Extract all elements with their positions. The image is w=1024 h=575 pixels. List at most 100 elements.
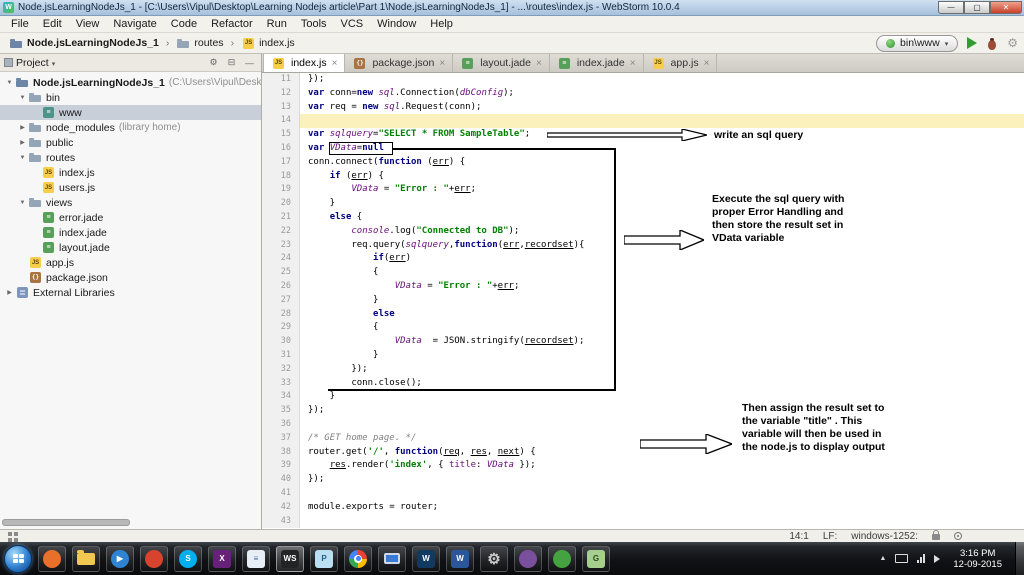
taskbar-icon-notepad[interactable]: ≡ <box>242 546 270 572</box>
collapse-arrow-icon[interactable]: ▼ <box>4 80 15 86</box>
tree-item-app.js[interactable]: app.js <box>0 255 261 270</box>
tree-item-routes[interactable]: ▼routes <box>0 150 261 165</box>
code-line-31[interactable]: 31 } <box>262 349 1024 363</box>
code-line-35[interactable]: 35}); <box>262 404 1024 418</box>
close-tab-icon[interactable]: × <box>536 58 542 69</box>
code-line-32[interactable]: 32 }); <box>262 363 1024 377</box>
code-line-20[interactable]: 20 } <box>262 197 1024 211</box>
menu-item-refactor[interactable]: Refactor <box>204 16 260 33</box>
debug-button[interactable] <box>986 37 998 50</box>
taskbar-icon-red-app[interactable] <box>140 546 168 572</box>
code-line-15[interactable]: 15var sqlquery="SELECT * FROM SampleTabl… <box>262 128 1024 142</box>
code-line-22[interactable]: 22 console.log("Connected to DB"); <box>262 225 1024 239</box>
code-line-41[interactable]: 41 <box>262 487 1024 501</box>
tab-package.json[interactable]: package.json× <box>345 54 453 72</box>
tool-windows-toggle-icon[interactable] <box>8 532 12 536</box>
code-line-11[interactable]: 11}); <box>262 73 1024 87</box>
project-view-dropdown[interactable]: Project <box>16 57 49 69</box>
code-line-21[interactable]: 21 else { <box>262 211 1024 225</box>
highlighting-level-icon[interactable] <box>954 532 962 540</box>
run-config-select[interactable]: bin\www <box>876 35 958 52</box>
expand-arrow-icon[interactable]: ▶ <box>4 289 15 296</box>
minimize-button[interactable] <box>938 1 964 14</box>
taskbar-icon-remote-desktop[interactable] <box>378 546 406 572</box>
menu-item-vcs[interactable]: VCS <box>334 16 371 33</box>
code-line-12[interactable]: 12var conn=new sql.Connection(dbConfig); <box>262 87 1024 101</box>
taskbar-icon-skype[interactable]: S <box>174 546 202 572</box>
code-line-29[interactable]: 29 { <box>262 321 1024 335</box>
menu-item-view[interactable]: View <box>69 16 107 33</box>
project-hscrollbar[interactable] <box>2 519 258 526</box>
breadcrumb-item-index.js[interactable]: index.js <box>238 36 298 51</box>
collapse-arrow-icon[interactable]: ▼ <box>17 200 28 206</box>
gear-icon[interactable] <box>206 57 221 68</box>
run-button[interactable] <box>967 37 977 49</box>
close-tab-icon[interactable]: × <box>332 58 338 69</box>
close-tab-icon[interactable]: × <box>439 58 445 69</box>
code-line-36[interactable]: 36 <box>262 418 1024 432</box>
code-line-33[interactable]: 33 conn.close(); <box>262 377 1024 391</box>
taskbar-icon-word-dark[interactable]: W <box>412 546 440 572</box>
breadcrumb-item-node.jslearningnodejs-1[interactable]: Node.jsLearningNodeJs_1 <box>6 36 162 51</box>
tree-item-external-libraries[interactable]: ▶External Libraries <box>0 285 261 300</box>
tree-item-users.js[interactable]: users.js <box>0 180 261 195</box>
close-button[interactable] <box>990 1 1022 14</box>
code-line-14[interactable]: 14 <box>262 114 1024 128</box>
code-line-16[interactable]: 16var VData=null <box>262 142 1024 156</box>
code-line-26[interactable]: 26 VData = "Error : "+err; <box>262 280 1024 294</box>
tray-volume-icon[interactable] <box>934 555 940 563</box>
taskbar-icon-purple-app[interactable] <box>514 546 542 572</box>
taskbar-icon-firefox[interactable] <box>38 546 66 572</box>
taskbar-clock[interactable]: 3:16 PM 12-09-2015 <box>949 548 1006 570</box>
code-line-28[interactable]: 28 else <box>262 308 1024 322</box>
scrollbar-thumb[interactable] <box>2 519 130 526</box>
menu-item-edit[interactable]: Edit <box>36 16 69 33</box>
menu-item-tools[interactable]: Tools <box>294 16 334 33</box>
code-line-17[interactable]: 17conn.connect(function (err) { <box>262 156 1024 170</box>
code-line-39[interactable]: 39 res.render('index', { title: VData })… <box>262 459 1024 473</box>
tab-index.js[interactable]: index.js× <box>263 54 345 72</box>
close-tab-icon[interactable]: × <box>630 58 636 69</box>
show-desktop-button[interactable] <box>1015 542 1024 575</box>
maximize-button[interactable] <box>964 1 990 14</box>
close-tab-icon[interactable]: × <box>704 58 710 69</box>
tree-item-bin[interactable]: ▼bin <box>0 90 261 105</box>
taskbar-icon-webstorm[interactable]: WS <box>276 546 304 572</box>
code-line-30[interactable]: 30 VData = JSON.stringify(recordset); <box>262 335 1024 349</box>
taskbar-icon-explorer[interactable] <box>72 546 100 572</box>
taskbar-icon-word[interactable]: W <box>446 546 474 572</box>
tree-item-www[interactable]: www <box>0 105 261 120</box>
caret-position[interactable]: 14:1 <box>789 531 808 542</box>
taskbar-icon-settings[interactable]: ⚙ <box>480 546 508 572</box>
taskbar-icon-media-player[interactable]: ▶ <box>106 546 134 572</box>
tree-item-views[interactable]: ▼views <box>0 195 261 210</box>
code-line-42[interactable]: 42module.exports = router; <box>262 501 1024 515</box>
collapse-arrow-icon[interactable]: ▼ <box>17 155 28 161</box>
tree-item-index.js[interactable]: index.js <box>0 165 261 180</box>
taskbar-icon-green-app[interactable] <box>548 546 576 572</box>
tree-item-package.json[interactable]: package.json <box>0 270 261 285</box>
lock-icon[interactable] <box>932 534 940 540</box>
menu-item-code[interactable]: Code <box>164 16 204 33</box>
menu-item-file[interactable]: File <box>4 16 36 33</box>
expand-arrow-icon[interactable]: ▶ <box>17 124 28 131</box>
hide-panel-icon[interactable] <box>242 58 257 68</box>
tree-item-node-modules[interactable]: ▶node_modules(library home) <box>0 120 261 135</box>
tree-item-layout.jade[interactable]: layout.jade <box>0 240 261 255</box>
code-line-43[interactable]: 43 <box>262 515 1024 529</box>
start-button[interactable] <box>4 545 32 573</box>
code-line-34[interactable]: 34 } <box>262 390 1024 404</box>
tab-layout.jade[interactable]: layout.jade× <box>453 54 550 72</box>
taskbar-icon-greenshot[interactable]: G <box>582 546 610 572</box>
tab-index.jade[interactable]: index.jade× <box>550 54 644 72</box>
code-line-13[interactable]: 13var req = new sql.Request(conn); <box>262 101 1024 115</box>
tab-app.js[interactable]: app.js× <box>644 54 718 72</box>
code-line-18[interactable]: 18 if (err) { <box>262 170 1024 184</box>
menu-item-navigate[interactable]: Navigate <box>106 16 163 33</box>
collapse-all-icon[interactable] <box>224 57 239 68</box>
tray-monitor-icon[interactable] <box>895 554 908 563</box>
code-line-24[interactable]: 24 if(err) <box>262 252 1024 266</box>
code-line-40[interactable]: 40}); <box>262 473 1024 487</box>
code-line-38[interactable]: 38router.get('/', function(req, res, nex… <box>262 446 1024 460</box>
code-line-25[interactable]: 25 { <box>262 266 1024 280</box>
